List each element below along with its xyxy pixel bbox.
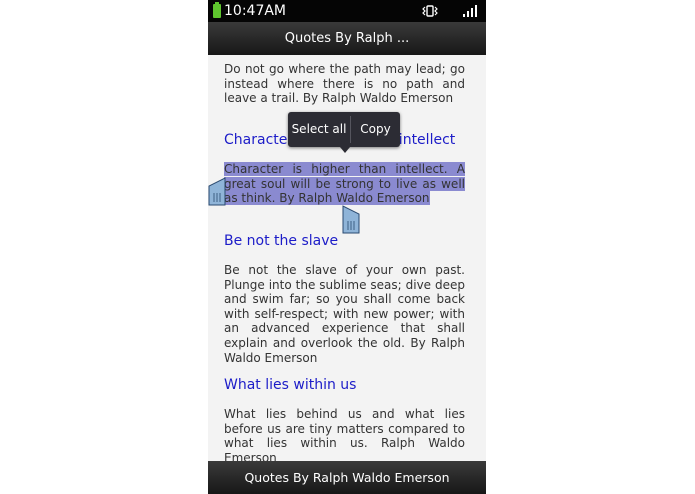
selection-end-handle-icon[interactable]	[342, 205, 360, 234]
selected-text[interactable]: Character is higher than intellect. A gr…	[224, 162, 465, 206]
vibrate-icon	[422, 5, 438, 17]
quote-title[interactable]: Be not the slave	[224, 232, 469, 250]
app-title-bar: Quotes By Ralph ...	[208, 22, 486, 55]
app-title: Quotes By Ralph ...	[284, 31, 410, 46]
battery-icon	[213, 2, 221, 18]
quote-text-selected[interactable]: Character is higher than intellect. A gr…	[224, 162, 465, 206]
footer-title: Quotes By Ralph Waldo Emerson	[244, 470, 450, 485]
bottom-bar: Quotes By Ralph Waldo Emerson	[208, 461, 486, 494]
quote-text[interactable]: Do not go where the path may lead; go in…	[224, 62, 465, 106]
quote-text[interactable]: Be not the slave of your own past. Plung…	[224, 263, 465, 365]
quote-title[interactable]: What lies within us	[224, 376, 469, 394]
copy-button[interactable]: Copy	[351, 112, 400, 147]
signal-icon	[463, 5, 477, 17]
text-selection-menu: Select all Copy	[288, 112, 400, 153]
status-time: 10:47AM	[224, 3, 287, 19]
selection-start-handle-icon[interactable]	[208, 177, 226, 206]
quote-text[interactable]: What lies behind us and what lies before…	[224, 407, 465, 461]
quotes-list[interactable]: Do not go where the path may lead; go in…	[208, 55, 486, 461]
status-bar: 10:47AM	[208, 0, 486, 22]
phone-screen: 10:47AM Quotes By Ralph ... Do not go wh…	[208, 0, 486, 494]
select-all-button[interactable]: Select all	[288, 112, 350, 147]
